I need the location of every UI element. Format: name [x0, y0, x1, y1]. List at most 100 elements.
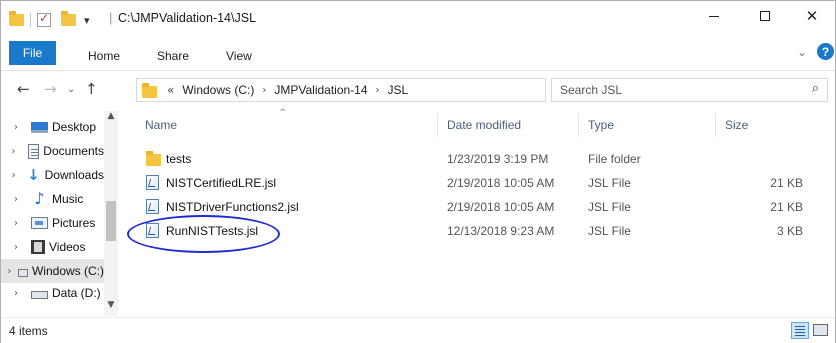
sidebar-item-data-d[interactable]: › Data (D:): [1, 283, 104, 303]
file-type: JSL File: [588, 224, 631, 238]
chevron-right-icon[interactable]: ›: [262, 85, 266, 96]
file-date-modified: 12/13/2018 9:23 AM: [447, 224, 555, 238]
pictures-icon: [31, 217, 48, 229]
tab-home[interactable]: Home: [88, 45, 120, 67]
file-size: 21 KB: [770, 176, 803, 190]
file-size: 21 KB: [770, 200, 803, 214]
expand-chevron-icon[interactable]: ›: [1, 170, 26, 181]
sidebar-item-pictures[interactable]: › Pictures: [1, 211, 104, 235]
up-arrow-icon[interactable]: ↑: [85, 80, 98, 98]
minimize-icon: [709, 15, 719, 17]
status-bar: 4 items: [1, 317, 835, 343]
expand-chevron-icon[interactable]: ›: [1, 146, 26, 157]
tab-share[interactable]: Share: [157, 45, 189, 67]
column-divider[interactable]: [437, 113, 438, 137]
sidebar-item-windows-c[interactable]: › Windows (C:): [1, 259, 104, 283]
tab-file[interactable]: File: [9, 41, 56, 65]
sidebar-item-downloads[interactable]: › ↓ Downloads: [1, 163, 104, 187]
forward-arrow-icon[interactable]: →: [44, 80, 57, 98]
help-icon[interactable]: ?: [817, 43, 834, 60]
sidebar-item-documents[interactable]: › Documents: [1, 139, 104, 163]
expand-chevron-icon[interactable]: ›: [1, 122, 31, 133]
nav-pane-scrollbar[interactable]: ▲ ▼: [104, 111, 118, 316]
file-type: JSL File: [588, 176, 631, 190]
large-icons-view-icon[interactable]: [813, 324, 828, 336]
toolbar-divider: [30, 13, 31, 27]
breadcrumb-windows-c[interactable]: Windows (C:): [182, 83, 254, 97]
table-row[interactable]: RunNISTTests.jsl 12/13/2018 9:23 AM JSL …: [119, 219, 835, 243]
expand-chevron-icon[interactable]: ›: [1, 266, 18, 277]
desktop-icon: [31, 121, 48, 133]
folder-icon: [146, 151, 161, 166]
back-arrow-icon[interactable]: ←: [17, 80, 30, 98]
drive-icon: [17, 269, 28, 277]
file-date-modified: 2/19/2018 10:05 AM: [447, 176, 555, 190]
window-title: C:\JMPValidation-14\JSL: [118, 11, 257, 25]
drive-icon: [31, 291, 48, 299]
expand-chevron-icon[interactable]: ›: [1, 288, 31, 299]
scrollbar-thumb[interactable]: [106, 201, 116, 241]
sidebar-item-music[interactable]: › ♪ Music: [1, 187, 104, 211]
search-box[interactable]: ⌕: [551, 78, 828, 102]
column-header-type[interactable]: Type: [588, 111, 614, 139]
close-button[interactable]: ✕: [789, 1, 835, 31]
properties-icon[interactable]: [37, 11, 51, 27]
breadcrumb: « Windows (C:) › JMPValidation-14 › JSL: [167, 83, 408, 97]
file-name: tests: [166, 152, 192, 166]
chevron-right-icon[interactable]: ›: [376, 85, 380, 96]
minimize-button[interactable]: [691, 1, 737, 31]
title-divider: |: [109, 10, 113, 25]
scroll-down-icon[interactable]: ▼: [104, 300, 118, 316]
column-header-size[interactable]: Size: [725, 111, 748, 139]
file-name: RunNISTTests.jsl: [166, 224, 259, 238]
address-row: ← → ⌄ ↑ « Windows (C:) › JMPValidation-1…: [1, 72, 835, 110]
column-divider[interactable]: [715, 113, 716, 137]
table-row[interactable]: tests 1/23/2019 3:19 PM File folder: [119, 147, 835, 171]
sidebar-item-label: Desktop: [52, 120, 97, 134]
music-icon: ♪: [34, 189, 45, 208]
details-view-icon[interactable]: [791, 322, 809, 339]
breadcrumb-jsl[interactable]: JSL: [388, 83, 409, 97]
jsl-file-icon: [146, 199, 159, 214]
search-input[interactable]: [560, 82, 790, 98]
jsl-file-icon: [146, 223, 159, 238]
search-icon[interactable]: ⌕: [812, 81, 819, 96]
file-type: File folder: [588, 152, 641, 166]
explorer-window: ▾ | C:\JMPValidation-14\JSL ✕ File Home …: [0, 0, 836, 343]
navigation-pane: › Desktop › Documents › ↓ Downloads › ♪ …: [1, 111, 118, 316]
folder-icon: [9, 11, 24, 26]
downloads-icon: ↓: [27, 166, 40, 184]
jsl-file-icon: [146, 175, 159, 190]
sidebar-item-desktop[interactable]: › Desktop: [1, 115, 104, 139]
address-bar[interactable]: « Windows (C:) › JMPValidation-14 › JSL …: [136, 78, 669, 102]
table-row[interactable]: NISTDriverFunctions2.jsl 2/19/2018 10:05…: [119, 195, 835, 219]
expand-ribbon-chevron-icon[interactable]: ⌄: [797, 45, 807, 59]
new-folder-icon[interactable]: [61, 11, 76, 26]
column-header-name[interactable]: Name: [145, 111, 177, 139]
breadcrumb-jmpvalidation[interactable]: JMPValidation-14: [274, 83, 367, 97]
sidebar-item-label: Videos: [49, 240, 86, 254]
recent-locations-chevron-icon[interactable]: ⌄: [67, 84, 75, 95]
maximize-button[interactable]: [742, 1, 788, 31]
column-header-date-modified[interactable]: Date modified: [447, 111, 521, 139]
scroll-up-icon[interactable]: ▲: [104, 111, 118, 127]
item-count: 4 items: [9, 324, 48, 338]
sidebar-item-label: Music: [52, 192, 84, 206]
column-divider[interactable]: [578, 113, 579, 137]
documents-icon: [28, 143, 40, 159]
customize-toolbar-dropdown[interactable]: ▾: [84, 14, 90, 27]
sidebar-item-videos[interactable]: › Videos: [1, 235, 104, 259]
expand-chevron-icon[interactable]: ›: [1, 218, 31, 229]
sidebar-item-label: Data (D:): [52, 286, 101, 300]
folder-icon: [142, 82, 157, 98]
table-row[interactable]: NISTCertifiedLRE.jsl 2/19/2018 10:05 AM …: [119, 171, 835, 195]
file-list: ^ Name Date modified Type Size tests 1/2…: [119, 108, 835, 316]
file-date-modified: 2/19/2018 10:05 AM: [447, 200, 555, 214]
tab-view[interactable]: View: [226, 45, 252, 67]
expand-chevron-icon[interactable]: ›: [1, 242, 31, 253]
file-date-modified: 1/23/2019 3:19 PM: [447, 152, 549, 166]
file-size: 3 KB: [776, 224, 803, 238]
expand-chevron-icon[interactable]: ›: [1, 194, 31, 205]
maximize-icon: [760, 11, 770, 21]
breadcrumb-overflow[interactable]: «: [167, 83, 174, 97]
